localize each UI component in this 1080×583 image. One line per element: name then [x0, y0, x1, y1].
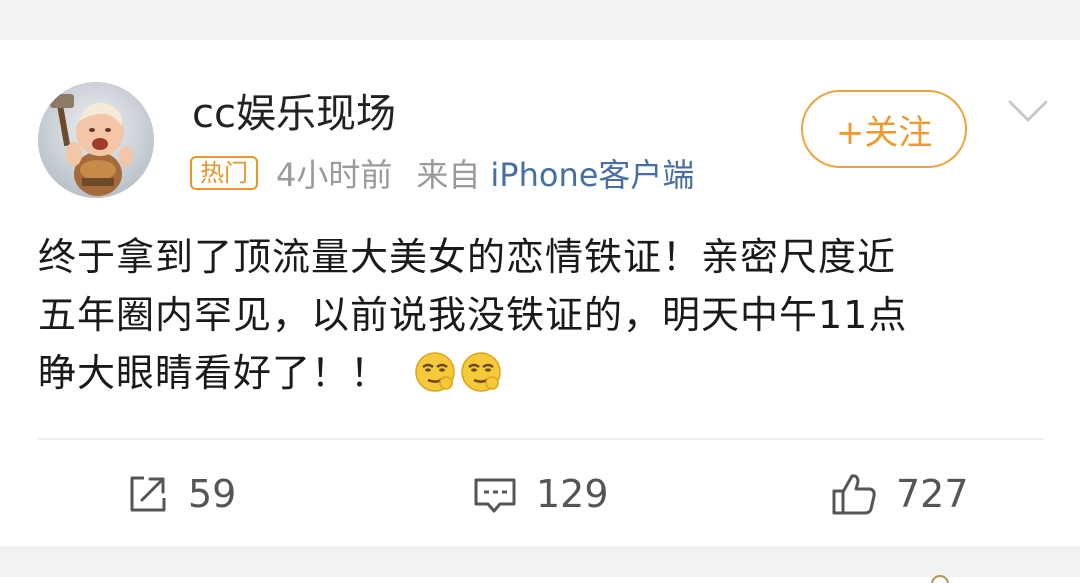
follow-button[interactable]: +关注 — [801, 90, 967, 168]
content-line-text: 睁大眼睛看好了！！ — [38, 351, 390, 395]
next-card-icon — [931, 575, 949, 583]
share-count: 59 — [188, 472, 237, 516]
like-button[interactable]: 727 — [830, 468, 969, 520]
smirk-emoji-icon — [415, 352, 455, 392]
comment-button[interactable]: 129 — [472, 468, 609, 520]
comment-icon — [474, 478, 516, 513]
username[interactable]: cc娱乐现场 — [192, 88, 396, 140]
share-icon — [130, 476, 166, 512]
chevron-down-icon[interactable] — [1006, 96, 1050, 126]
avatar[interactable] — [38, 82, 154, 198]
baby-warrior-avatar-image — [38, 82, 154, 198]
like-count: 727 — [896, 472, 969, 516]
content-line-last: 睁大眼睛看好了！！ — [38, 344, 1048, 402]
content-line: 五年圈内罕见，以前说我没铁证的，明天中午11点 — [38, 293, 908, 337]
post-time: 4小时前 — [276, 156, 393, 194]
next-card-edge — [0, 577, 1080, 583]
like-icon — [832, 474, 876, 515]
hot-badge: 热门 — [190, 156, 258, 190]
top-gap — [0, 0, 1080, 40]
source-link[interactable]: iPhone客户端 — [490, 150, 694, 196]
post-content[interactable]: 终于拿到了顶流量大美女的恋情铁证！亲密尺度近 五年圈内罕见，以前说我没铁证的，明… — [38, 228, 1048, 402]
share-button[interactable]: 59 — [126, 468, 236, 520]
source-prefix: 来自 — [416, 156, 481, 194]
divider — [38, 438, 1044, 440]
comment-count: 129 — [536, 472, 609, 516]
smirk-emoji-icon — [461, 352, 501, 392]
post-meta: 热门 4小时前 来自 iPhone客户端 — [190, 150, 694, 196]
content-line: 终于拿到了顶流量大美女的恋情铁证！亲密尺度近 — [38, 235, 897, 279]
